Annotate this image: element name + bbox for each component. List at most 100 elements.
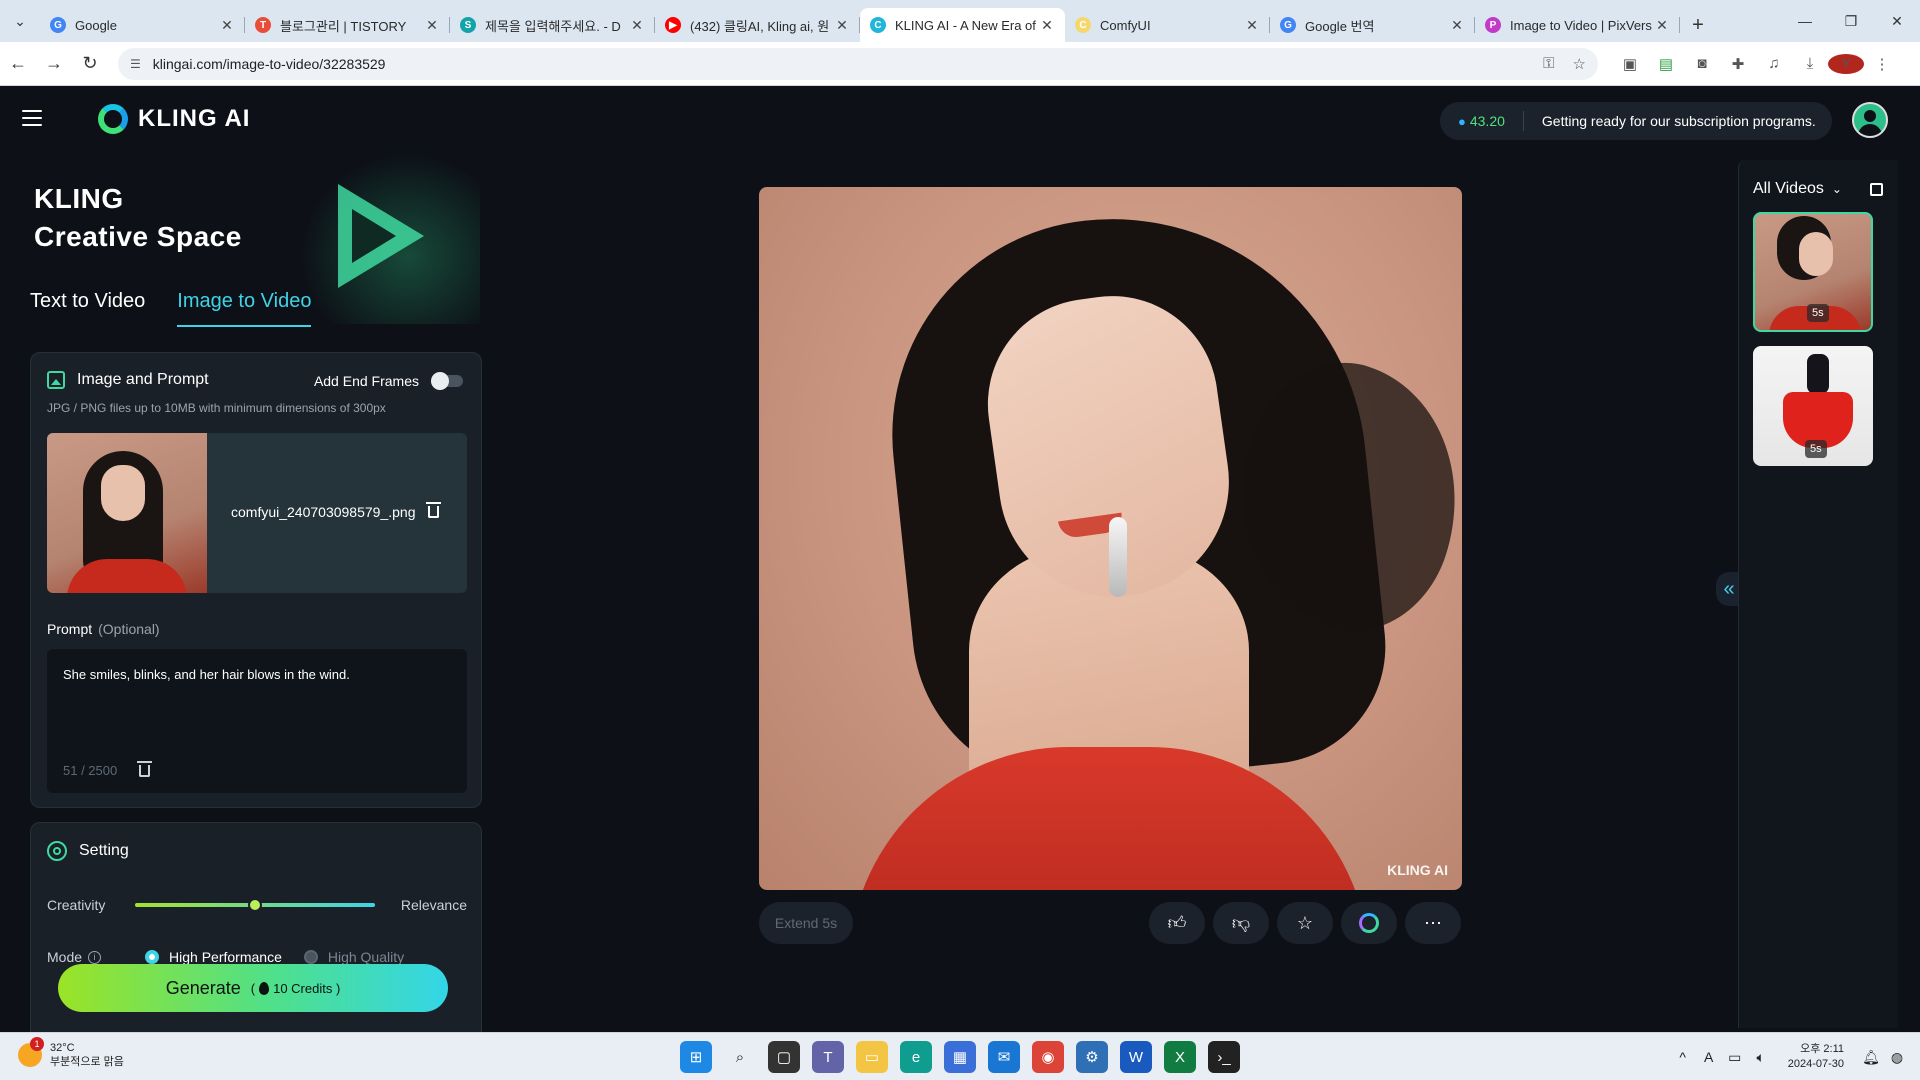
image-icon xyxy=(47,371,65,389)
generated-video-player[interactable]: KLING AI xyxy=(759,187,1462,890)
omnibox[interactable]: ☰ klingai.com/image-to-video/32283529 ⚿ … xyxy=(118,47,1598,80)
chrome-icon[interactable]: ◉ xyxy=(1032,1041,1064,1073)
extension-icon[interactable]: ▤ xyxy=(1648,55,1684,73)
teams-icon[interactable]: T xyxy=(812,1041,844,1073)
terminal-icon[interactable]: ›_ xyxy=(1208,1041,1240,1073)
gallery-icon[interactable] xyxy=(1870,182,1883,196)
forward-button[interactable]: → xyxy=(36,53,72,74)
url-text[interactable]: klingai.com/image-to-video/32283529 xyxy=(153,56,1525,72)
kling-logo[interactable]: KLING AI xyxy=(98,104,250,134)
uploaded-filename: comfyui_240703098579_.png xyxy=(231,502,441,520)
site-info-icon[interactable]: ☰ xyxy=(130,57,141,71)
tab-search-chevron-icon[interactable]: ⌄ xyxy=(0,0,40,42)
mail-icon[interactable]: ✉ xyxy=(988,1041,1020,1073)
copilot-icon[interactable]: ◍ xyxy=(1884,1049,1910,1066)
more-menu-icon[interactable]: ⋮ xyxy=(1864,55,1900,73)
back-button[interactable]: ← xyxy=(0,53,36,74)
mode-high-quality[interactable]: High Quality xyxy=(303,949,404,965)
extension-icon[interactable]: ▣ xyxy=(1612,55,1648,73)
relevance-label: Relevance xyxy=(400,897,467,913)
video-action-row: Extend 5s 👍︎ 👎︎ ☆ ⋯ xyxy=(759,902,1462,948)
creativity-slider[interactable] xyxy=(135,898,376,912)
clear-prompt-icon[interactable] xyxy=(137,760,153,777)
restore-icon[interactable]: ❐ xyxy=(1828,13,1874,30)
tab-close-icon[interactable]: ✕ xyxy=(629,17,645,34)
extend-button[interactable]: Extend 5s xyxy=(759,902,853,944)
earring xyxy=(1109,517,1127,597)
weather-widget[interactable]: 1 32°C 부분적으로 맑음 xyxy=(18,1037,124,1069)
credits-pill[interactable]: ● 43.20 Getting ready for our subscripti… xyxy=(1440,102,1832,140)
browser-tab[interactable]: G Google 번역 ✕ xyxy=(1270,8,1475,42)
edge-icon[interactable]: e xyxy=(900,1041,932,1073)
network-icon[interactable]: ▭ xyxy=(1722,1049,1748,1066)
prompt-text[interactable]: She smiles, blinks, and her hair blows i… xyxy=(63,667,350,682)
delete-image-icon[interactable] xyxy=(425,502,441,518)
hero-title: KLING Creative Space xyxy=(34,180,242,256)
address-bar-row: ← → ↻ ☰ klingai.com/image-to-video/32283… xyxy=(0,42,1920,86)
file-explorer-icon[interactable]: ▭ xyxy=(856,1041,888,1073)
prompt-textarea[interactable]: She smiles, blinks, and her hair blows i… xyxy=(47,649,467,793)
thumbs-down-icon[interactable]: 👎︎ xyxy=(1213,902,1269,944)
tab-close-icon[interactable]: ✕ xyxy=(1449,17,1465,34)
slider-handle[interactable] xyxy=(248,898,263,912)
ime-icon[interactable]: A xyxy=(1696,1049,1722,1065)
camera-icon[interactable]: ◙ xyxy=(1684,55,1720,72)
tab-close-icon[interactable]: ✕ xyxy=(219,17,235,34)
store-icon[interactable]: ▦ xyxy=(944,1041,976,1073)
browser-tab[interactable]: C ComfyUI ✕ xyxy=(1065,8,1270,42)
volume-icon[interactable]: 🔈︎ xyxy=(1748,1049,1774,1066)
password-key-icon[interactable]: ⚿ xyxy=(1543,55,1554,72)
bookmark-star-icon[interactable]: ☆ xyxy=(1573,55,1586,73)
uploaded-image-box[interactable]: comfyui_240703098579_.png xyxy=(47,433,467,593)
windows-taskbar: 1 32°C 부분적으로 맑음 ⊞ ⌕ ▢ T ▭ e ▦ ✉ ◉ ⚙ W X … xyxy=(0,1032,1920,1080)
new-tab-button[interactable]: + xyxy=(1680,8,1716,42)
radio-selected-icon[interactable] xyxy=(145,950,160,964)
media-icon[interactable]: ♫ xyxy=(1756,55,1792,72)
browser-tab[interactable]: P Image to Video | PixVers ✕ xyxy=(1475,8,1680,42)
clock[interactable]: 오후 2:11 2024-07-30 xyxy=(1788,1042,1844,1072)
mode-high-performance[interactable]: High Performance xyxy=(145,949,282,965)
history-item-2[interactable]: Video 5s xyxy=(1753,346,1873,466)
browser-tab[interactable]: ▶ (432) 클링AI, Kling ai, 원 ✕ xyxy=(655,8,860,42)
mode-row: Mode i High Performance High Quality xyxy=(47,949,404,965)
generate-button[interactable]: Generate (10 Credits ) xyxy=(58,964,448,1012)
remix-ring-icon[interactable] xyxy=(1341,902,1397,944)
close-window-icon[interactable]: ✕ xyxy=(1874,13,1920,30)
tab-close-icon[interactable]: ✕ xyxy=(1039,17,1055,34)
search-icon[interactable]: ⌕ xyxy=(724,1041,756,1073)
word-icon[interactable]: W xyxy=(1120,1041,1152,1073)
task-view-icon[interactable]: ▢ xyxy=(768,1041,800,1073)
all-videos-dropdown[interactable]: All Videos ⌄ xyxy=(1753,180,1883,198)
tab-image-to-video[interactable]: Image to Video xyxy=(177,290,312,327)
browser-tab[interactable]: G Google ✕ xyxy=(40,8,245,42)
start-icon[interactable]: ⊞ xyxy=(680,1041,712,1073)
tray-chevron-icon[interactable]: ^ xyxy=(1670,1049,1696,1065)
hamburger-menu-icon[interactable] xyxy=(22,110,42,126)
browser-tab[interactable]: T 블로그관리 | TISTORY ✕ xyxy=(245,8,450,42)
prompt-label: Prompt (Optional) xyxy=(47,621,160,637)
tab-close-icon[interactable]: ✕ xyxy=(834,17,850,34)
radio-unselected-icon[interactable] xyxy=(303,950,318,964)
history-item-1[interactable]: Video 5s xyxy=(1753,212,1873,332)
download-icon[interactable]: ⤓ xyxy=(1792,55,1828,72)
profile-avatar[interactable]: Y xyxy=(1828,53,1864,74)
settings-app-icon[interactable]: ⚙ xyxy=(1076,1041,1108,1073)
image-prompt-title: Image and Prompt xyxy=(77,371,209,388)
tab-text-to-video[interactable]: Text to Video xyxy=(30,290,145,327)
more-options-icon[interactable]: ⋯ xyxy=(1405,902,1461,944)
browser-tab[interactable]: C KLING AI - A New Era of ✕ xyxy=(860,8,1065,42)
tab-close-icon[interactable]: ✕ xyxy=(1654,17,1670,34)
minimize-icon[interactable]: — xyxy=(1782,13,1828,29)
tab-close-icon[interactable]: ✕ xyxy=(1244,17,1260,34)
user-avatar[interactable] xyxy=(1852,102,1888,138)
puzzle-icon[interactable]: ✚ xyxy=(1720,55,1756,73)
tab-close-icon[interactable]: ✕ xyxy=(424,17,440,34)
browser-tab[interactable]: S 제목을 입력해주세요. - D ✕ xyxy=(450,8,655,42)
reload-button[interactable]: ↻ xyxy=(72,53,108,74)
excel-icon[interactable]: X xyxy=(1164,1041,1196,1073)
star-icon[interactable]: ☆ xyxy=(1277,902,1333,944)
info-icon[interactable]: i xyxy=(88,950,102,964)
end-frames-toggle[interactable] xyxy=(431,372,463,390)
thumbs-up-icon[interactable]: 👍︎ xyxy=(1149,902,1205,944)
notification-bell-icon[interactable]: 🔔︎ xyxy=(1858,1049,1884,1066)
